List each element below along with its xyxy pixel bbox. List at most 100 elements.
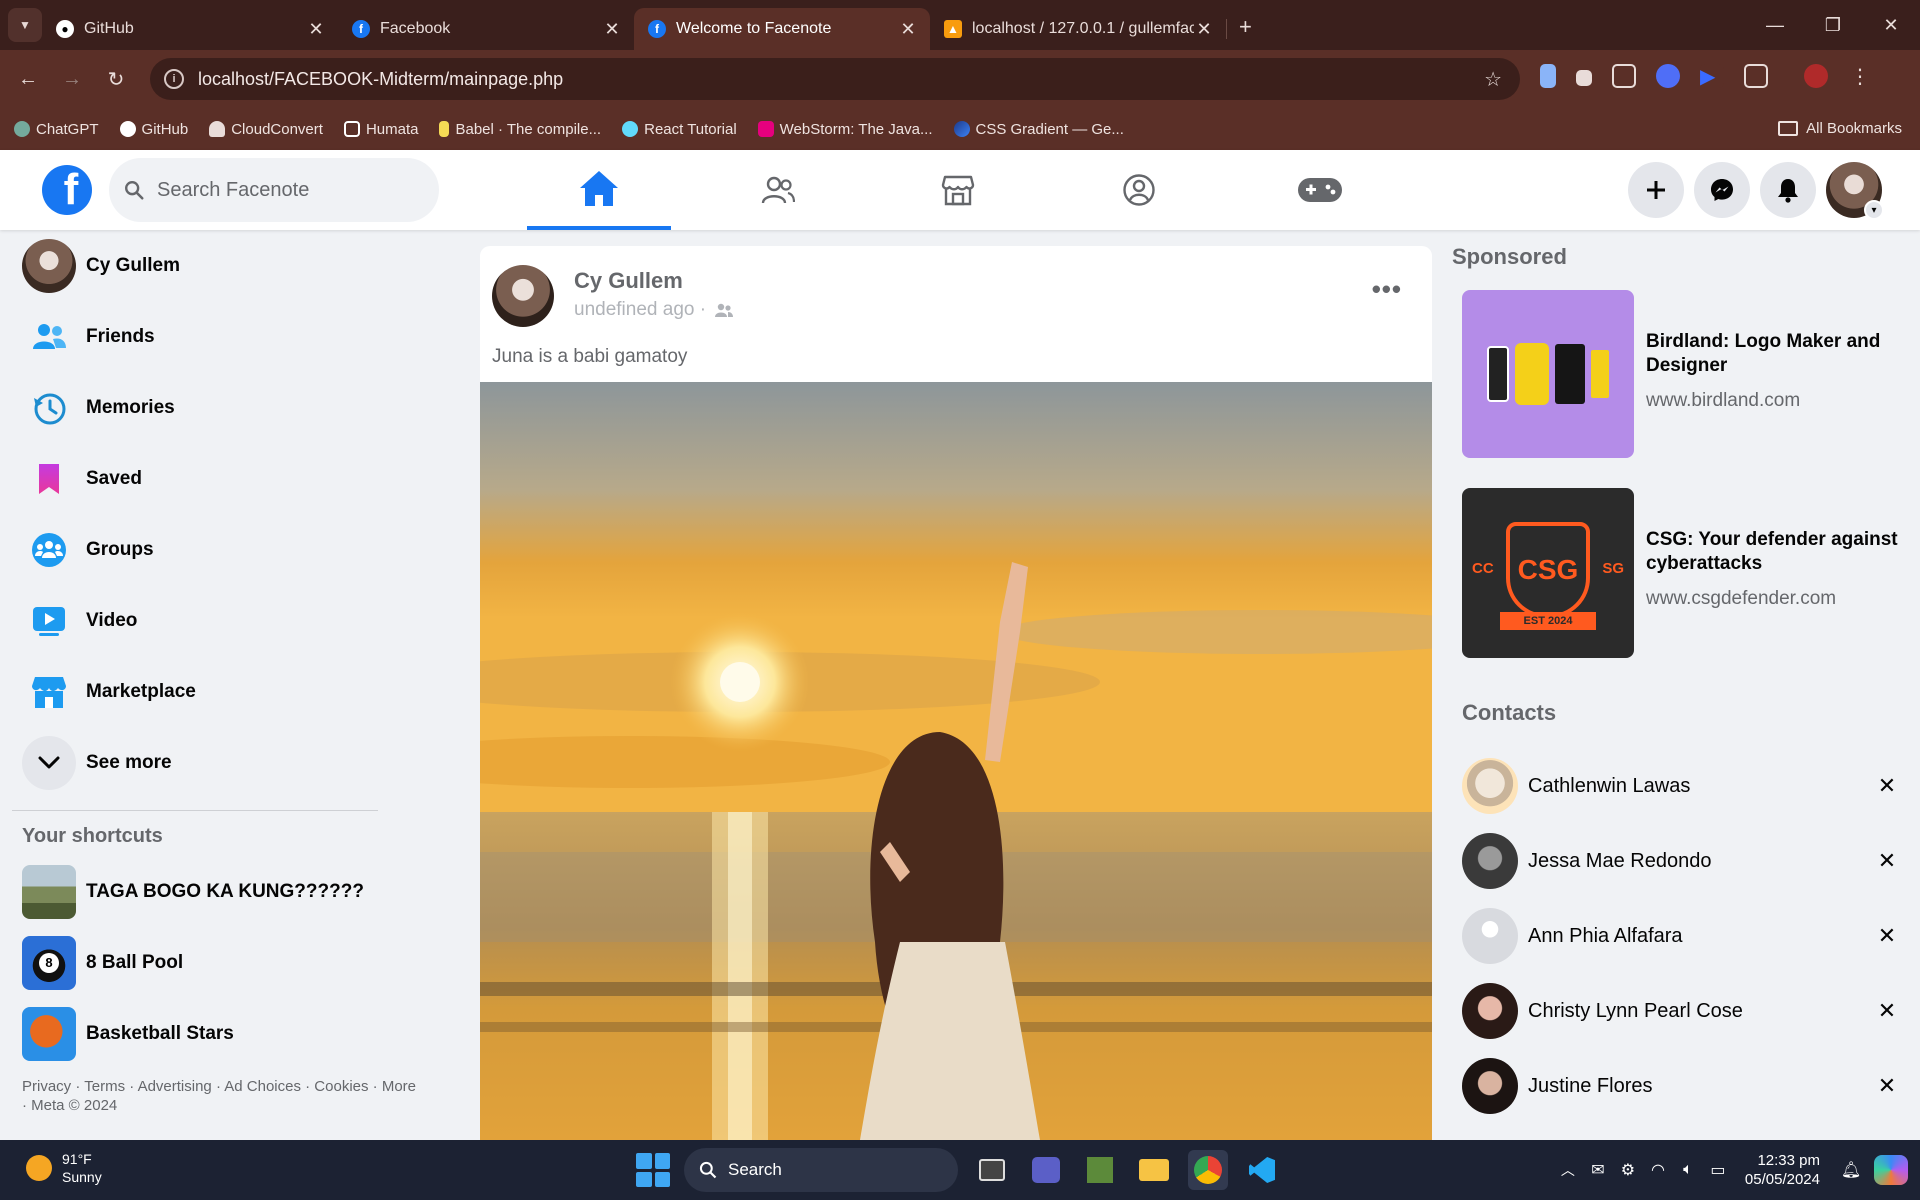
nav-profile[interactable] (1067, 150, 1211, 230)
clock-date: 05/05/2024 (1744, 1171, 1820, 1188)
sidebar-item-friends[interactable]: Friends (22, 301, 400, 372)
close-tab-icon[interactable]: ✕ (602, 19, 622, 40)
chrome-icon[interactable] (1188, 1150, 1228, 1190)
vscode-icon[interactable] (1242, 1150, 1282, 1190)
search-input[interactable] (157, 178, 397, 202)
windows-start-icon[interactable] (636, 1153, 670, 1187)
post-avatar[interactable] (492, 265, 554, 327)
extension-icon[interactable] (1612, 64, 1636, 88)
avatar (1462, 833, 1518, 889)
sidebar-item-groups[interactable]: Groups (22, 514, 400, 585)
extension-icon[interactable] (1656, 64, 1680, 88)
post-image[interactable] (480, 382, 1432, 1140)
tab-facebook[interactable]: f Facebook ✕ (338, 8, 634, 50)
profile-icon[interactable] (1804, 64, 1828, 88)
address-bar[interactable]: i localhost/FACEBOOK-Midterm/mainpage.ph… (150, 58, 1520, 100)
close-tab-icon[interactable]: ✕ (898, 19, 918, 40)
notification-bell-icon[interactable]: 🔔︎ (1836, 1160, 1866, 1180)
reload-icon[interactable]: ↻ (94, 67, 138, 92)
new-tab-button[interactable]: + (1239, 14, 1252, 40)
nav-gaming[interactable] (1248, 150, 1392, 230)
copilot-icon[interactable] (1874, 1155, 1908, 1185)
kebab-menu-icon[interactable]: ⋮ (1848, 64, 1872, 88)
tab-title: Facebook (380, 20, 451, 37)
wifi-icon[interactable]: ◠ (1643, 1160, 1673, 1180)
bookmark-chatgpt[interactable]: ChatGPT (14, 121, 99, 138)
facebook-logo-icon[interactable]: f (42, 165, 92, 215)
account-avatar[interactable]: ▾ (1826, 162, 1884, 220)
extension-icon[interactable] (1576, 70, 1592, 86)
chevron-up-icon[interactable]: ︿ (1553, 1160, 1583, 1180)
shortcut-item[interactable]: 8 8 Ball Pool (22, 927, 400, 998)
tab-github[interactable]: ● GitHub ✕ (42, 8, 338, 50)
shortcut-item[interactable]: TAGA BOGO KA KUNG?????? (22, 856, 400, 927)
more-options-icon[interactable]: ••• (1372, 274, 1402, 305)
teams-icon[interactable] (1026, 1150, 1066, 1190)
footer-links[interactable]: Privacy · Terms · Advertising · Ad Choic… (22, 1077, 422, 1115)
bookmark-cssgradient[interactable]: CSS Gradient — Ge... (953, 121, 1124, 138)
extension-icon[interactable]: ▶ (1700, 64, 1724, 88)
chevron-down-icon[interactable]: ▾ (1864, 200, 1884, 220)
contact-item[interactable]: Christy Lynn Pearl Cose ✕ (1462, 981, 1902, 1041)
bookmark-star-icon[interactable]: ☆ (1484, 67, 1502, 92)
tab-facenote[interactable]: f Welcome to Facenote ✕ (634, 8, 930, 50)
shortcut-item[interactable]: Basketball Stars (22, 998, 400, 1069)
contact-item[interactable]: Jessa Mae Redondo ✕ (1462, 831, 1902, 891)
task-view-icon[interactable] (972, 1150, 1012, 1190)
mail-icon[interactable]: ✉ (1583, 1160, 1613, 1180)
volume-icon[interactable]: 🔈︎ (1673, 1161, 1703, 1179)
sidebar-item-profile[interactable]: Cy Gullem (22, 230, 400, 301)
contact-item[interactable]: Justine Flores ✕ (1462, 1056, 1902, 1116)
close-icon[interactable]: ✕ (1872, 848, 1902, 874)
all-bookmarks-button[interactable]: All Bookmarks (1778, 120, 1902, 137)
url-text[interactable]: localhost/FACEBOOK-Midterm/mainpage.php (198, 69, 563, 90)
bookmark-react[interactable]: React Tutorial (622, 121, 737, 138)
close-window-icon[interactable]: ✕ (1862, 15, 1920, 36)
file-explorer-icon[interactable] (1134, 1150, 1174, 1190)
ad-item-csg[interactable]: CSG CC SG EST 2024 CSG: Your defender ag… (1462, 488, 1902, 658)
sidebar-item-video[interactable]: Video (22, 585, 400, 656)
settings-icon[interactable]: ⚙ (1613, 1160, 1643, 1180)
contact-item[interactable]: Cathlenwin Lawas ✕ (1462, 756, 1902, 816)
taskbar-search[interactable]: Search (684, 1148, 958, 1192)
bookmark-humata[interactable]: Humata (343, 121, 418, 138)
nav-friends[interactable] (706, 150, 850, 230)
sidebar-item-see-more[interactable]: See more (22, 727, 400, 798)
tab-search-button[interactable]: ▼ (8, 8, 42, 42)
sidebar-item-memories[interactable]: Memories (22, 372, 400, 443)
battery-icon[interactable]: ▭ (1703, 1160, 1733, 1180)
nav-home[interactable] (527, 150, 671, 230)
puzzle-icon[interactable] (1744, 64, 1768, 88)
close-tab-icon[interactable]: ✕ (1194, 19, 1214, 40)
close-icon[interactable]: ✕ (1872, 1073, 1902, 1099)
clock[interactable]: 12:33 pm 05/05/2024 (1745, 1151, 1820, 1189)
minimize-icon[interactable]: — (1746, 15, 1804, 36)
back-icon[interactable]: ← (6, 68, 50, 91)
bookmark-webstorm[interactable]: WebStorm: The Java... (757, 121, 933, 138)
close-icon[interactable]: ✕ (1872, 923, 1902, 949)
sidebar-item-marketplace[interactable]: Marketplace (22, 656, 400, 727)
bookmark-label: GitHub (141, 120, 189, 138)
nav-marketplace[interactable] (886, 150, 1030, 230)
search-box[interactable] (109, 158, 439, 222)
close-icon[interactable]: ✕ (1872, 998, 1902, 1024)
post-author[interactable]: Cy Gullem (574, 268, 683, 294)
bookmark-cloudconvert[interactable]: CloudConvert (209, 121, 323, 138)
sidebar-item-saved[interactable]: Saved (22, 443, 400, 514)
minecraft-icon[interactable] (1080, 1150, 1120, 1190)
close-icon[interactable]: ✕ (1872, 773, 1902, 799)
tab-phpmyadmin[interactable]: ▲ localhost / 127.0.0.1 / gullemfac ✕ (930, 8, 1226, 50)
ad-item-birdland[interactable]: Birdland: Logo Maker and Designer www.bi… (1462, 290, 1902, 458)
bookmark-github[interactable]: GitHub (119, 120, 189, 138)
notifications-button[interactable] (1760, 162, 1816, 218)
weather-widget[interactable]: 91°F Sunny (26, 1150, 102, 1186)
messenger-button[interactable] (1694, 162, 1750, 218)
restore-icon[interactable]: ❐ (1804, 15, 1862, 36)
contact-item[interactable]: Ann Phia Alfafara ✕ (1462, 906, 1902, 966)
site-info-icon[interactable]: i (164, 69, 184, 89)
close-tab-icon[interactable]: ✕ (306, 19, 326, 40)
create-button[interactable] (1628, 162, 1684, 218)
extension-icon[interactable] (1540, 64, 1556, 88)
forward-icon[interactable]: → (50, 68, 94, 91)
bookmark-babel[interactable]: Babel · The compile... (439, 121, 601, 138)
